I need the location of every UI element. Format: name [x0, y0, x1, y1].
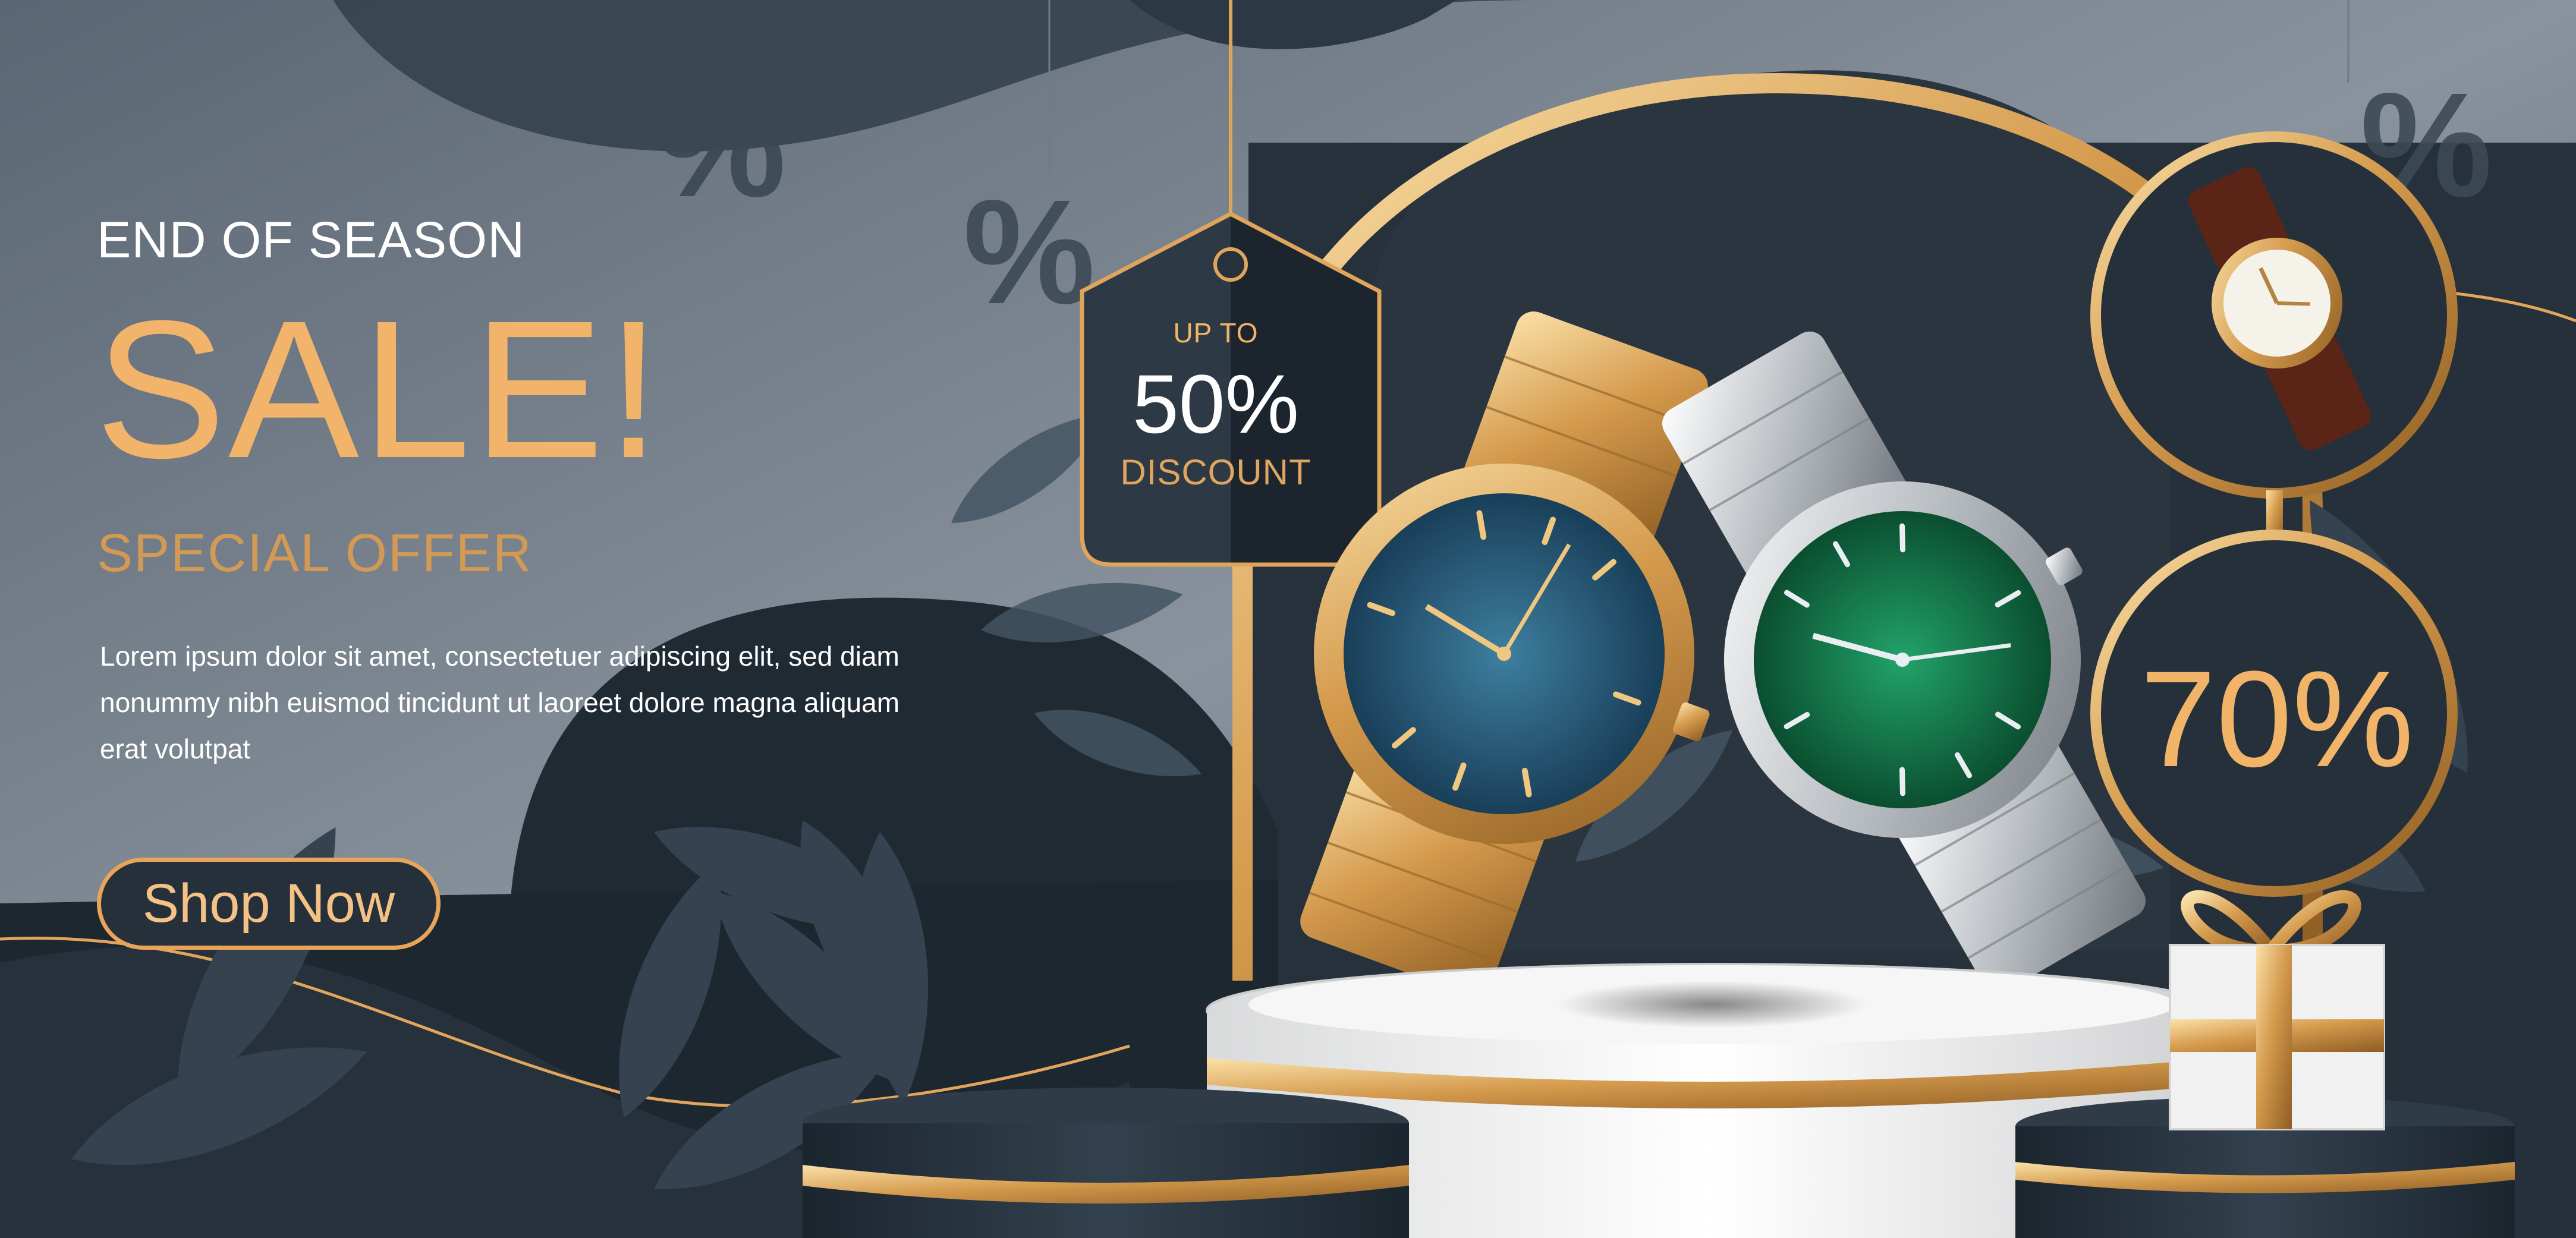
- badge-percent-text: 70%: [2140, 642, 2414, 795]
- description-text: Lorem ipsum dolor sit amet, consectetuer…: [100, 633, 992, 772]
- tag-percent-text: 50%: [1132, 357, 1300, 451]
- svg-text:%: %: [963, 169, 1095, 335]
- description-line: nonummy nibh euismod tincidunt ut laoree…: [100, 687, 900, 718]
- kicker-text: END OF SEASON: [97, 212, 526, 269]
- tag-discount-text: DISCOUNT: [1120, 452, 1311, 492]
- description-line: Lorem ipsum dolor sit amet, consectetuer…: [100, 641, 899, 672]
- special-offer-text: SPECIAL OFFER: [97, 524, 533, 583]
- svg-text:%: %: [654, 62, 786, 228]
- sale-banner: % % % END OF SEASON SALE! SPECIAL OFFER …: [0, 0, 2576, 1238]
- sale-headline: SALE!: [95, 279, 663, 499]
- banner-artwork: % % %: [0, 0, 2576, 1238]
- description-line: erat volutpat: [100, 733, 251, 764]
- shop-now-button[interactable]: Shop Now: [97, 858, 441, 950]
- tag-up-to-text: UP TO: [1173, 317, 1259, 348]
